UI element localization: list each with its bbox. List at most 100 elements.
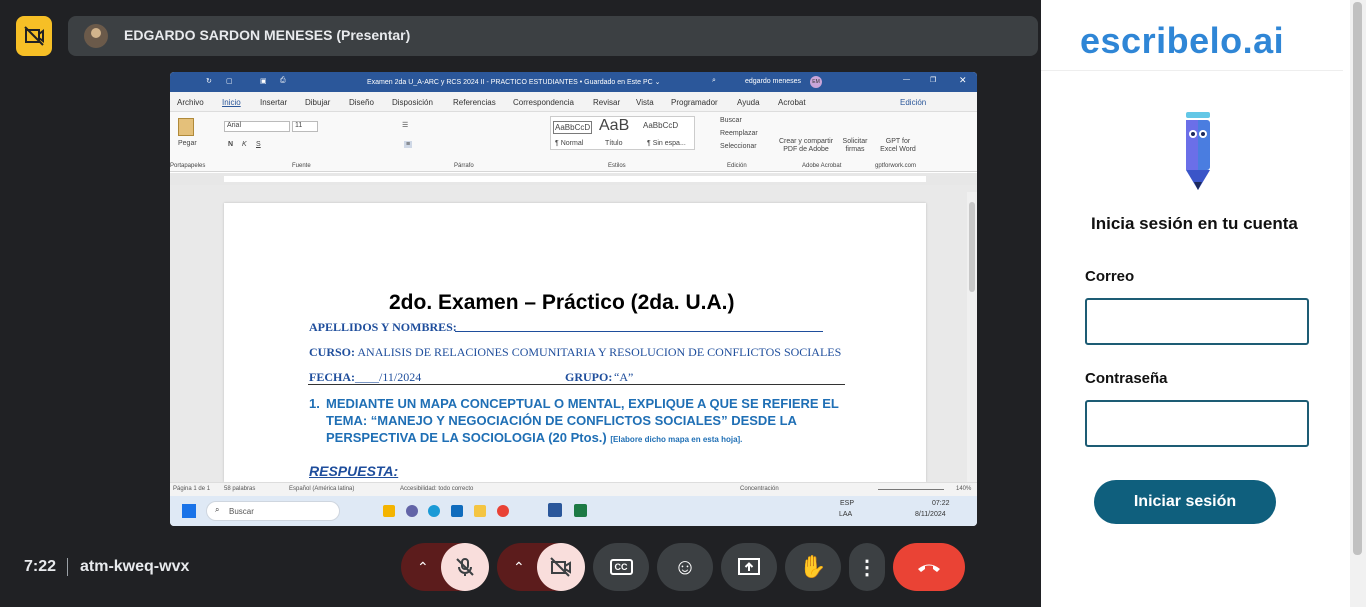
restore-icon[interactable]: ❐ <box>930 76 936 84</box>
underline-button[interactable]: S <box>256 141 261 148</box>
group-paragraph: Párrafo <box>454 163 474 169</box>
question-line-3: PERSPECTIVA DE LA SOCIOLOGIA (20 Ptos.) <box>326 430 607 445</box>
apellidos-label: APELLIDOS Y NOMBRES: <box>309 320 457 334</box>
request-signatures-button[interactable]: Solicitar firmas <box>838 138 872 154</box>
respuesta-label: RESPUESTA: <box>309 463 399 479</box>
close-icon[interactable]: ✕ <box>959 75 967 86</box>
user-name: edgardo meneses <box>745 78 802 85</box>
captions-icon: CC <box>609 559 633 575</box>
paste-label[interactable]: Pegar <box>178 140 197 147</box>
search-icon[interactable]: ⌕ <box>712 77 716 85</box>
divider <box>67 558 68 576</box>
tab-archivo[interactable]: Archivo <box>177 98 204 107</box>
minimize-icon[interactable]: — <box>903 76 910 83</box>
document-scroll-thumb[interactable] <box>969 202 975 292</box>
tab-dibujar[interactable]: Dibujar <box>305 98 330 107</box>
ribbon: Pegar Arial 11 N K S ☰ ≡ AaBbCcD AaB AaB… <box>170 112 977 172</box>
no-video-icon <box>16 16 52 56</box>
shared-screen: ↻ ▢ ▣ ⎙ Examen 2da U_A-ARC y RCS 2024 II… <box>170 72 977 526</box>
tab-referencias[interactable]: Referencias <box>453 98 496 107</box>
tab-disposicion[interactable]: Disposición <box>392 98 433 107</box>
exam-heading: 2do. Examen – Práctico (2da. U.A.) <box>389 291 735 314</box>
save-icon[interactable]: ▣ <box>260 77 267 85</box>
undo-icon[interactable]: ↻ <box>206 77 212 85</box>
find-button[interactable]: Buscar <box>720 117 742 124</box>
pencil-mascot-icon <box>1185 110 1211 190</box>
new-doc-icon[interactable]: ▢ <box>226 77 233 85</box>
bold-button[interactable]: N <box>228 141 233 148</box>
user-initials[interactable]: EM <box>810 76 822 88</box>
input-layout[interactable]: LAA <box>839 511 852 518</box>
input-language[interactable]: ESP <box>840 500 854 507</box>
document-title: Examen 2da U_A-ARC y RCS 2024 II - PRACT… <box>367 79 661 86</box>
chevron-up-icon: ⌃ <box>417 558 429 575</box>
document-scrollbar[interactable] <box>967 192 977 482</box>
document-page[interactable]: 2do. Examen – Práctico (2da. U.A.) APELL… <box>224 203 926 482</box>
captions-button[interactable]: CC <box>593 543 649 591</box>
zoom-slider[interactable] <box>878 489 944 490</box>
leave-call-button[interactable] <box>893 543 965 591</box>
replace-button[interactable]: Reemplazar <box>720 130 758 137</box>
meeting-code: atm-kweq-wvx <box>80 558 190 575</box>
page-count: Página 1 de 1 <box>173 486 211 492</box>
grupo-value: “A” <box>614 370 634 384</box>
adobe-pdf-button[interactable]: Crear y compartir PDF de Adobe <box>778 138 834 154</box>
language[interactable]: Español (América latina) <box>289 486 354 492</box>
word-icon[interactable] <box>548 503 562 517</box>
reactions-button[interactable]: ☺ <box>657 543 713 591</box>
panel-scroll-thumb[interactable] <box>1353 2 1362 555</box>
raise-hand-button[interactable]: ✋ <box>785 543 841 591</box>
edge-icon[interactable] <box>428 505 440 517</box>
group-gpt: gptforwork.com <box>875 163 917 169</box>
tab-insertar[interactable]: Insertar <box>260 98 287 107</box>
tab-correspondencia[interactable]: Correspondencia <box>513 98 574 107</box>
login-button[interactable]: Iniciar sesión <box>1094 480 1276 524</box>
ribbon-tabs: Archivo Inicio Insertar Dibujar Diseño D… <box>170 92 977 112</box>
excel-icon[interactable] <box>574 504 587 517</box>
bullets-icon[interactable]: ☰ <box>402 121 408 129</box>
folder-icon[interactable] <box>474 505 486 517</box>
more-options-button[interactable]: ⋮ <box>849 543 885 591</box>
mail-icon[interactable] <box>451 505 463 517</box>
taskbar-clock[interactable]: 07:22 <box>932 500 950 507</box>
present-button[interactable] <box>721 543 777 591</box>
taskbar-search[interactable]: ⌕ Buscar <box>206 501 340 521</box>
zoom-level[interactable]: 140% <box>956 486 971 492</box>
app-icon[interactable] <box>383 505 395 517</box>
tab-programador[interactable]: Programador <box>671 98 718 107</box>
tab-acrobat[interactable]: Acrobat <box>778 98 806 107</box>
paste-icon[interactable] <box>178 118 194 136</box>
curso-line: CURSO: ANALISIS DE RELACIONES COMUNITARI… <box>309 345 841 360</box>
tab-vista[interactable]: Vista <box>636 98 654 107</box>
print-icon[interactable]: ⎙ <box>280 77 286 85</box>
camera-toggle[interactable] <box>537 543 585 591</box>
tab-inicio[interactable]: Inicio <box>222 98 241 107</box>
taskbar-date[interactable]: 8/11/2024 <box>915 511 946 518</box>
accessibility-status[interactable]: Accesibilidad: todo correcto <box>400 486 473 492</box>
focus-mode[interactable]: Concentración <box>740 486 779 492</box>
font-size-select[interactable]: 11 <box>292 121 318 132</box>
curso-label: CURSO: <box>309 345 356 359</box>
group-font: Fuente <box>292 163 311 169</box>
email-field[interactable] <box>1085 298 1309 345</box>
align-left-icon[interactable]: ≡ <box>404 141 413 148</box>
style-title-preview[interactable]: AaB <box>599 117 629 135</box>
chrome-icon[interactable] <box>497 505 509 517</box>
style-nospace-preview[interactable]: AaBbCcD <box>643 121 678 130</box>
select-button[interactable]: Seleccionar <box>720 143 757 150</box>
tab-diseno[interactable]: Diseño <box>349 98 374 107</box>
group-clipboard: Portapapeles <box>170 163 206 169</box>
gpt-word-button[interactable]: GPT for Excel Word <box>878 138 918 154</box>
font-name-select[interactable]: Arial <box>224 121 290 132</box>
password-field[interactable] <box>1085 400 1309 447</box>
windows-start-icon[interactable] <box>182 504 196 518</box>
style-normal-preview[interactable]: AaBbCcD <box>553 121 593 134</box>
italic-button[interactable]: K <box>242 141 247 148</box>
microphone-toggle[interactable] <box>441 543 489 591</box>
fecha-value: ____/11/2024 <box>355 370 422 384</box>
word-count[interactable]: 58 palabras <box>224 486 255 492</box>
edit-mode-button[interactable]: Edición <box>900 98 926 107</box>
teams-icon[interactable] <box>406 505 418 517</box>
tab-revisar[interactable]: Revisar <box>593 98 620 107</box>
tab-ayuda[interactable]: Ayuda <box>737 98 760 107</box>
